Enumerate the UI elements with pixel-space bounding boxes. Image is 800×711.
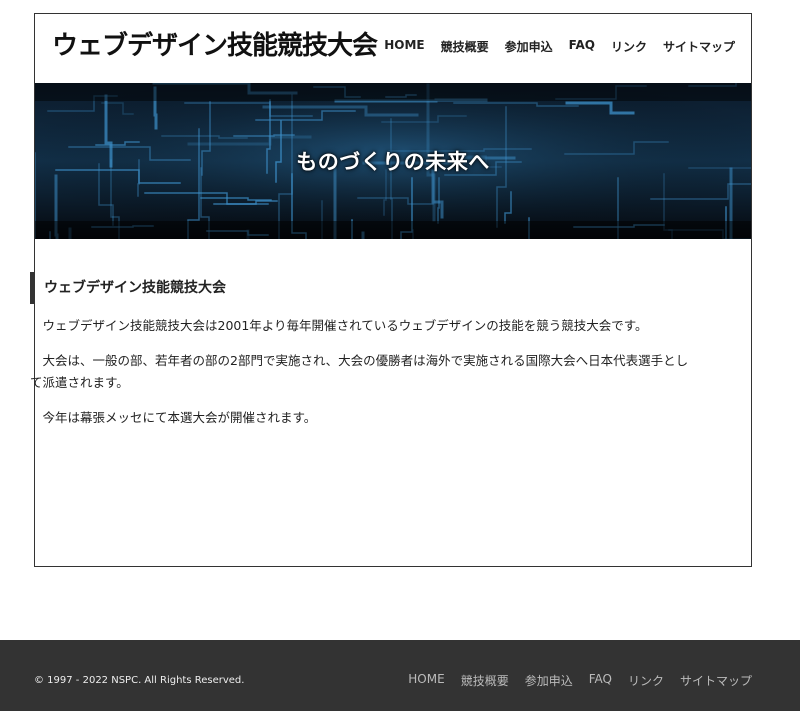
footer-nav-overview[interactable]: 競技概要 xyxy=(461,672,509,689)
footer-nav-home[interactable]: HOME xyxy=(408,672,444,689)
footer-nav-links[interactable]: リンク xyxy=(628,672,664,689)
footer-nav-apply[interactable]: 参加申込 xyxy=(525,672,573,689)
nav-links[interactable]: リンク xyxy=(611,38,647,55)
nav-home[interactable]: HOME xyxy=(384,38,424,55)
site-footer: © 1997 - 2022 NSPC. All Rights Reserved.… xyxy=(0,640,800,711)
footer-nav-faq[interactable]: FAQ xyxy=(589,672,612,689)
footer-nav: HOME 競技概要 参加申込 FAQ リンク サイトマップ xyxy=(392,672,752,689)
copyright-text: © 1997 - 2022 NSPC. All Rights Reserved. xyxy=(34,675,245,686)
section-heading: ウェブデザイン技能競技大会 xyxy=(30,272,690,304)
footer-nav-sitemap[interactable]: サイトマップ xyxy=(680,672,752,689)
intro-paragraph-1: ウェブデザイン技能競技大会は2001年より毎年開催されているウェブデザインの技能… xyxy=(42,318,648,333)
intro-paragraph-2: 大会は、一般の部、若年者の部の2部門で実施され、大会の優勝者は海外で実施される国… xyxy=(30,353,689,390)
global-nav: HOME 競技概要 参加申込 FAQ リンク サイトマップ xyxy=(368,38,735,55)
site-header: ウェブデザイン技能競技大会 HOME 競技概要 参加申込 FAQ リンク サイト… xyxy=(35,14,751,84)
main-content: ウェブデザイン技能競技大会 ウェブデザイン技能競技大会は2001年より毎年開催さ… xyxy=(30,272,690,429)
nav-apply[interactable]: 参加申込 xyxy=(505,38,553,55)
site-title[interactable]: ウェブデザイン技能競技大会 xyxy=(52,25,378,62)
nav-sitemap[interactable]: サイトマップ xyxy=(663,38,735,55)
nav-faq[interactable]: FAQ xyxy=(569,38,595,55)
hero-banner: ものづくりの未来へ xyxy=(35,83,751,239)
hero-tagline: ものづくりの未来へ xyxy=(296,150,490,174)
nav-overview[interactable]: 競技概要 xyxy=(441,38,489,55)
intro-paragraph-3: 今年は幕張メッセにて本選大会が開催されます。 xyxy=(42,410,317,425)
